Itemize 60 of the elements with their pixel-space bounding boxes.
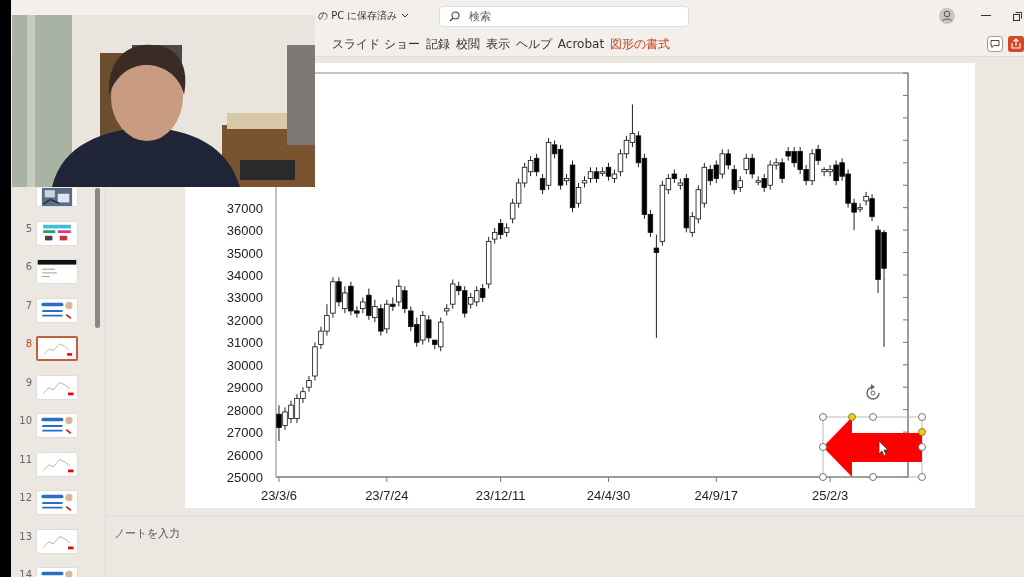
y-tick-label: 32000 <box>226 312 263 328</box>
y-tick-label: 37000 <box>226 200 263 216</box>
comment-icon[interactable] <box>987 36 1003 52</box>
arrow-shape[interactable] <box>822 416 923 478</box>
resize-handle[interactable] <box>819 443 827 451</box>
ribbon-tab[interactable]: Acrobat <box>554 35 608 53</box>
search-icon <box>449 10 461 22</box>
x-tick-label: 25/2/3 <box>812 488 849 503</box>
resize-handle[interactable] <box>869 413 877 421</box>
search-field[interactable]: 検索 <box>439 5 690 27</box>
slide-number: 11 <box>18 453 32 465</box>
account-icon[interactable] <box>939 8 955 24</box>
y-tick-label: 31000 <box>226 335 263 351</box>
resize-handle[interactable] <box>918 413 926 421</box>
y-tick-label: 28000 <box>226 402 263 418</box>
ribbon-tab[interactable]: スライド ショー <box>329 33 423 55</box>
cursor-icon <box>878 440 889 457</box>
x-tick-label: 23/12/11 <box>475 488 526 503</box>
ribbon-tab[interactable]: 表示 <box>482 33 513 55</box>
y-tick-label: 29000 <box>226 380 263 396</box>
ribbon-tab[interactable]: ヘルプ <box>512 33 555 55</box>
resize-handle[interactable] <box>819 413 827 421</box>
x-tick-label: 23/7/24 <box>365 488 409 503</box>
y-tick-label: 26000 <box>226 447 263 463</box>
slide-number: 6 <box>24 261 32 272</box>
resize-handle[interactable] <box>819 473 827 481</box>
notes-placeholder[interactable]: ノートを入力 <box>114 527 180 540</box>
slide-number: 7 <box>24 299 32 311</box>
resize-handle[interactable] <box>918 473 926 481</box>
slide-number: 13 <box>18 530 32 542</box>
resize-handle[interactable] <box>869 473 877 481</box>
y-tick-label: 35000 <box>226 245 263 261</box>
adjust-handle[interactable] <box>848 413 856 421</box>
adjust-handle[interactable] <box>918 428 926 436</box>
y-tick-label: 34000 <box>226 268 263 283</box>
save-status[interactable]: の PC に保存済み <box>318 9 398 23</box>
ribbon-tab[interactable]: 校閲 <box>452 33 483 55</box>
minimize-icon[interactable] <box>981 15 991 17</box>
y-tick-label: 27000 <box>226 425 263 441</box>
ribbon-tab[interactable]: 図形の書式 <box>607 33 674 55</box>
y-tick-label: 25000 <box>226 470 263 485</box>
y-tick-label: 33000 <box>226 290 263 306</box>
slide-thumbnail[interactable] <box>36 336 78 361</box>
resize-handle[interactable] <box>918 443 926 451</box>
slide-number: 8 <box>24 338 32 349</box>
slide-number: 5 <box>24 222 32 234</box>
x-tick-label: 23/3/6 <box>260 488 298 503</box>
rotate-handle-icon[interactable] <box>866 384 880 400</box>
slide-number: 12 <box>18 492 32 503</box>
x-tick-label: 24/9/17 <box>694 488 738 503</box>
slide-number: 9 <box>24 376 32 388</box>
scrollbar-thumb[interactable] <box>95 188 100 328</box>
chevron-down-icon[interactable] <box>401 13 410 19</box>
ribbon-tab[interactable]: 記録 <box>422 33 453 55</box>
x-tick-label: 24/4/30 <box>586 488 631 503</box>
restore-icon[interactable] <box>1013 11 1022 21</box>
share-icon[interactable] <box>1008 36 1024 52</box>
y-tick-label: 30000 <box>226 357 263 373</box>
y-tick-label: 36000 <box>226 223 263 239</box>
slide-number: 10 <box>18 415 32 426</box>
